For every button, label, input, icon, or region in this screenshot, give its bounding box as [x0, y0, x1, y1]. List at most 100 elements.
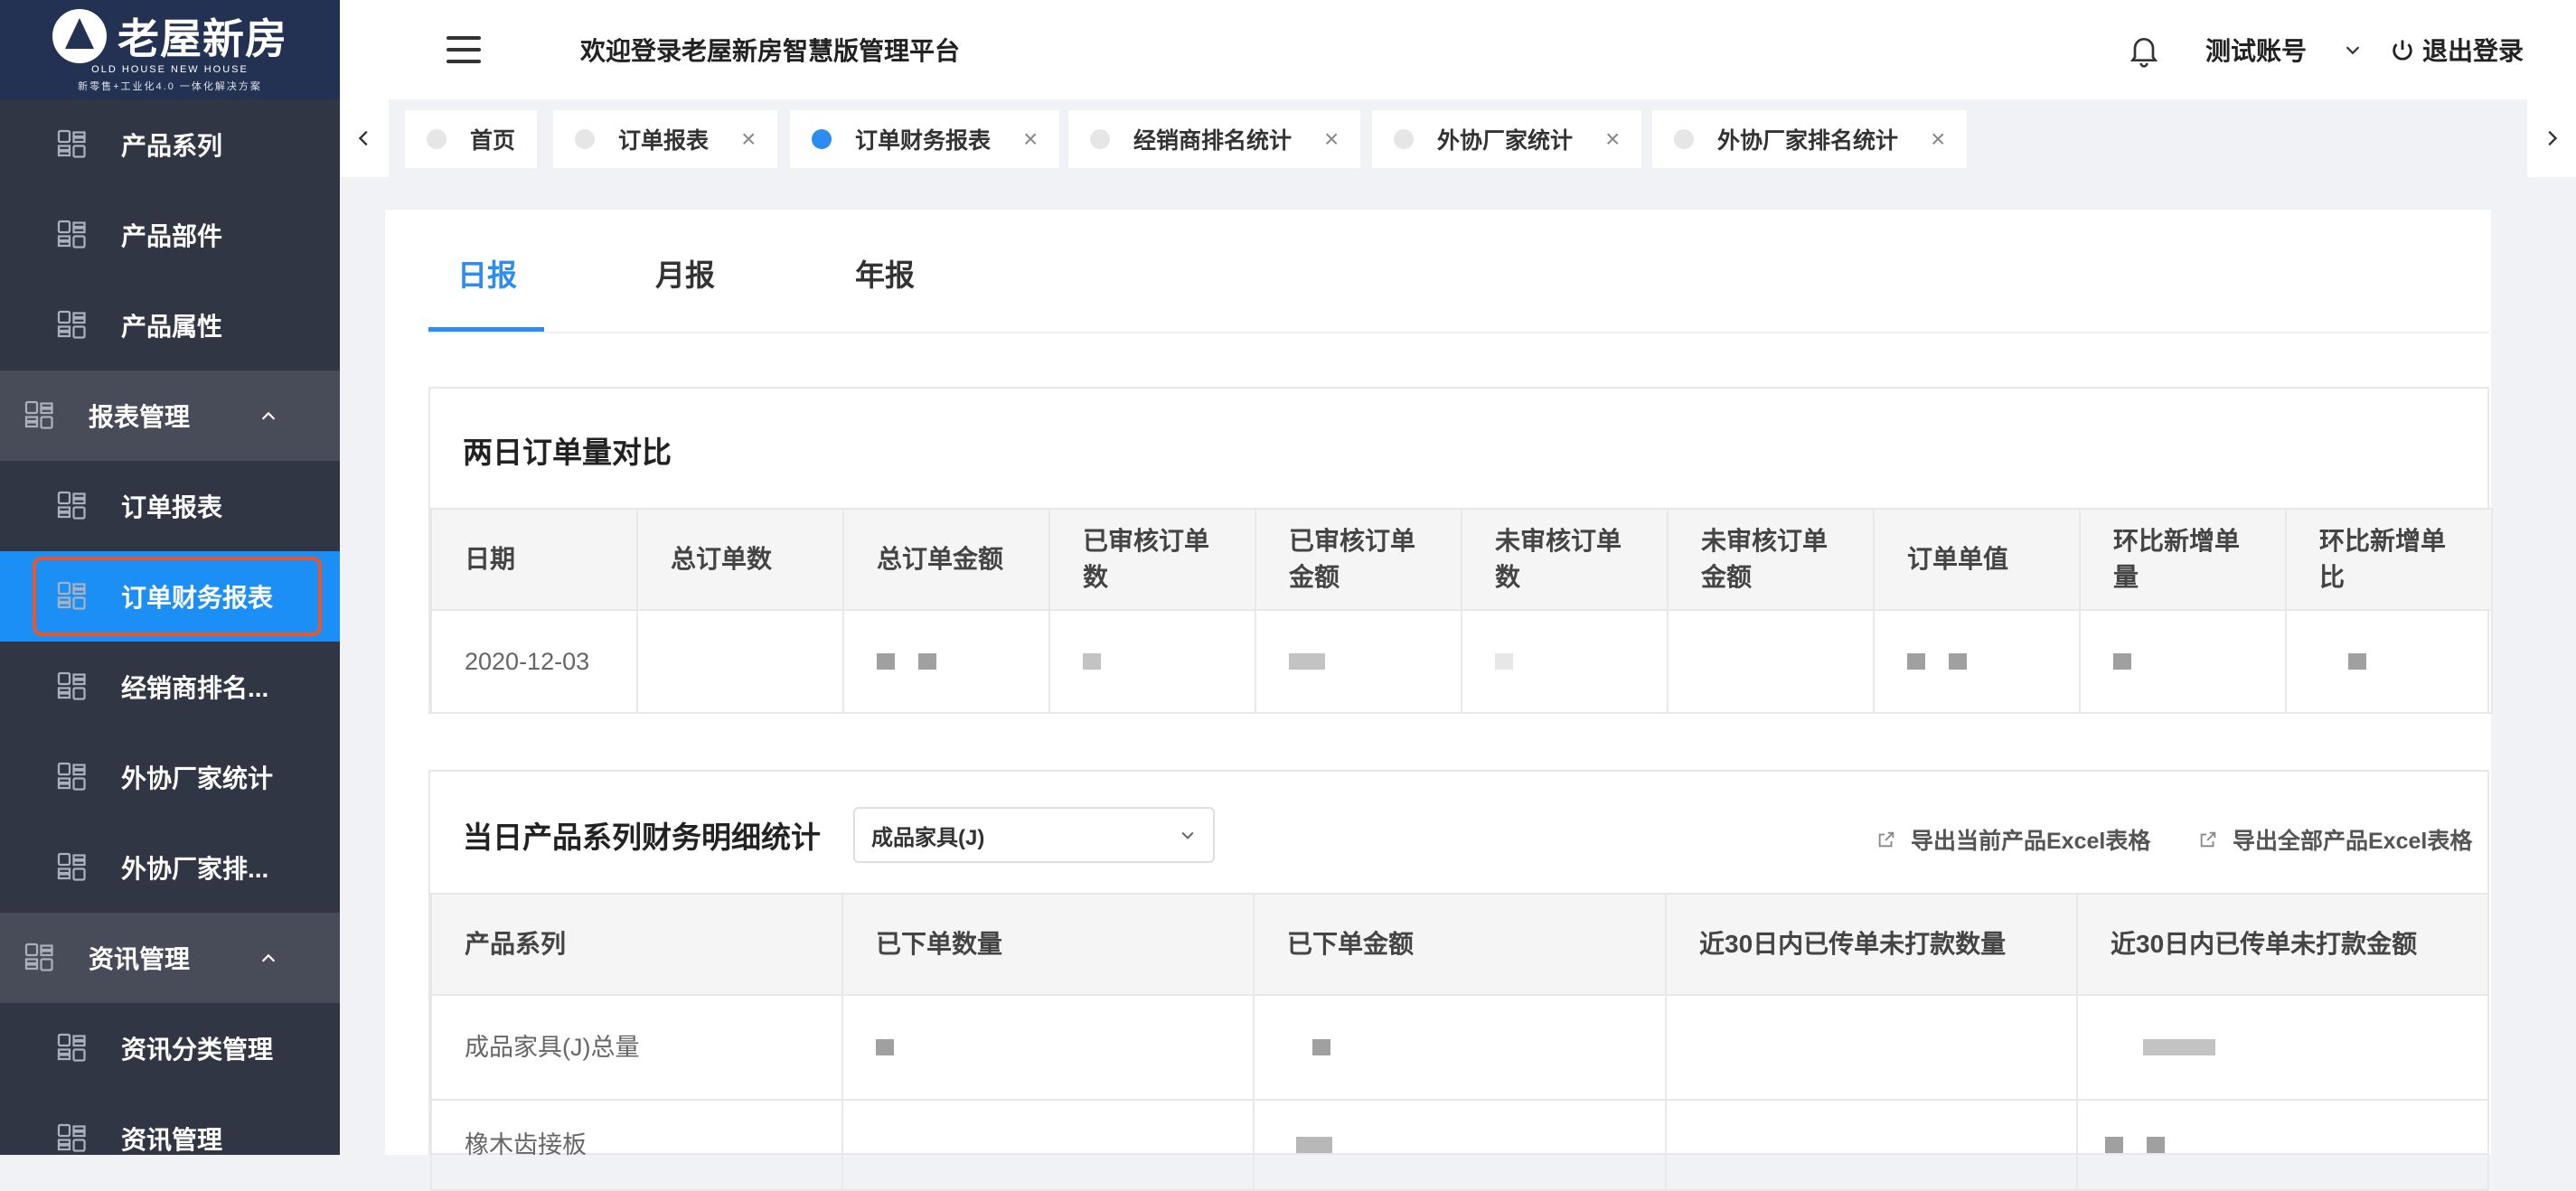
tab-0[interactable]: 首页 [405, 110, 538, 168]
tab-status-dot [1090, 129, 1110, 149]
sidebar-item-label: 经销商排名... [121, 674, 269, 702]
logo[interactable]: 老屋新房 OLD HOUSE NEW HOUSE 新零售+工业化4.0 一体化解… [0, 0, 340, 99]
compare-column-header: 已审核订单数 [1048, 508, 1256, 611]
external-link-icon [2200, 831, 2216, 848]
tab-daily-report[interactable]: 日报 [457, 251, 517, 295]
menu-grid-icon [24, 400, 53, 429]
tabs-scroll-left-button[interactable] [340, 99, 389, 177]
logout-button[interactable]: 退出登录 [2422, 32, 2524, 68]
menu-grid-icon [57, 762, 86, 791]
tabs-divider [428, 332, 2489, 333]
chevron-down-icon [1181, 831, 1194, 839]
detail-series-cell: 橡木齿接板 [430, 1099, 843, 1191]
tabs-scroll-right-button[interactable] [2527, 99, 2576, 177]
chevron-down-icon[interactable] [2343, 40, 2363, 60]
detail-cell [2076, 1099, 2489, 1191]
compare-cell [2285, 609, 2493, 714]
menu-grid-icon [57, 671, 86, 700]
compare-cell [1873, 609, 2081, 714]
tabs-bar: 首页 订单报表 × 订单财务报表 × 经销商排名统计 × 外协厂家统计 × 外协厂家排名统计 × [340, 99, 2576, 177]
menu-grid-icon [24, 942, 53, 971]
tab-monthly-report[interactable]: 月报 [655, 251, 715, 295]
menu-grid-icon [57, 220, 86, 249]
tab-2[interactable]: 订单财务报表 × [790, 110, 1060, 168]
sidebar-item-label: 资讯分类管理 [121, 1036, 274, 1064]
power-icon[interactable] [2390, 37, 2415, 62]
export-current-button[interactable]: 导出当前产品Excel表格 [1876, 823, 2150, 856]
tab-status-dot [812, 129, 832, 149]
tab-status-dot [1674, 129, 1694, 149]
detail-cell [1253, 1099, 1667, 1191]
sidebar-item-label: 外协厂家排... [121, 855, 269, 883]
table-row: 橡木齿接板 [430, 1099, 2489, 1191]
tab-4[interactable]: 外协厂家统计 × [1372, 110, 1642, 168]
compare-column-header: 日期 [430, 508, 638, 611]
welcome-title: 欢迎登录老屋新房智慧版管理平台 [580, 37, 961, 65]
detail-table: 产品系列 已下单数量 已下单金额 近30日内已传单未打款数量 近30日内已传单未打款金额… [430, 893, 2489, 1191]
tab-5[interactable]: 外协厂家排名统计 × [1652, 110, 1968, 168]
export-all-label: 导出全部产品Excel表格 [2233, 829, 2473, 854]
sidebar: 老屋新房 OLD HOUSE NEW HOUSE 新零售+工业化4.0 一体化解… [0, 0, 340, 1155]
compare-table: 日期 总订单数 总订单金额 已审核订单数 已审核订单金额 未审核订单数 未审核订单金额 订单单… [430, 508, 2493, 714]
sidebar-item-11[interactable]: 资讯管理 [0, 1093, 340, 1155]
detail-column-header: 产品系列 [430, 893, 843, 996]
sidebar-group-9[interactable]: 资讯管理 [0, 913, 340, 1003]
account-name[interactable]: 测试账号 [2205, 32, 2307, 68]
sidebar-item-label: 资讯管理 [121, 1126, 223, 1154]
sidebar-item-7[interactable]: 外协厂家统计 [0, 732, 340, 822]
sidebar-item-label: 订单报表 [121, 493, 223, 521]
compare-card-title: 两日订单量对比 [463, 436, 672, 469]
compare-cell [1048, 609, 1256, 714]
close-icon[interactable]: × [1605, 125, 1620, 154]
sidebar-group-3[interactable]: 报表管理 [0, 370, 340, 461]
compare-column-header: 环比新增单量 [2079, 508, 2287, 611]
logo-subtitle-cn: 新零售+工业化4.0 一体化解决方案 [78, 81, 262, 92]
sidebar-item-label: 产品部件 [121, 222, 223, 250]
compare-column-header: 未审核订单数 [1461, 508, 1669, 611]
sidebar-item-5[interactable]: 订单财务报表 [0, 551, 340, 642]
menu-toggle-icon[interactable] [447, 36, 481, 63]
sidebar-item-10[interactable]: 资讯分类管理 [0, 1003, 340, 1093]
detail-cell [841, 994, 1255, 1101]
tab-yearly-report[interactable]: 年报 [855, 251, 915, 295]
logo-text: 老屋新房 [118, 15, 287, 62]
detail-cell [1253, 994, 1667, 1101]
close-icon[interactable]: × [1324, 125, 1339, 154]
tab-label: 首页 [470, 128, 516, 154]
compare-column-header: 环比新增单比 [2285, 508, 2493, 611]
detail-series-cell: 成品家具(J)总量 [430, 994, 843, 1101]
tab-3[interactable]: 经销商排名统计 × [1068, 110, 1361, 168]
compare-cell [2079, 609, 2287, 714]
detail-card-title: 当日产品系列财务明细统计 [463, 821, 821, 854]
compare-column-header: 总订单数 [636, 508, 844, 611]
detail-card: 当日产品系列财务明细统计 产品系列 已下单数量 已下单金额 近30日内已传单未打款数量… [428, 770, 2489, 1191]
close-icon[interactable]: × [1023, 125, 1038, 154]
export-current-label: 导出当前产品Excel表格 [1911, 829, 2151, 854]
menu-grid-icon [57, 1033, 86, 1062]
tab-label: 订单财务报表 [855, 128, 992, 154]
product-series-select-value: 成品家具(J) [871, 825, 985, 850]
compare-cell [1667, 609, 1875, 714]
sidebar-item-2[interactable]: 产品属性 [0, 280, 340, 370]
product-series-select[interactable]: 成品家具(J) [853, 807, 1215, 863]
chevron-right-icon [2548, 130, 2558, 146]
sidebar-item-0[interactable]: 产品系列 [0, 99, 340, 190]
chevron-up-icon [261, 953, 276, 962]
bell-icon[interactable] [2126, 32, 2162, 68]
external-link-icon [1878, 831, 1894, 848]
close-icon[interactable]: × [1931, 125, 1945, 154]
tab-label: 经销商排名统计 [1133, 128, 1293, 154]
compare-column-header: 订单单值 [1873, 508, 2081, 611]
menu-grid-icon [57, 1123, 86, 1152]
sidebar-item-4[interactable]: 订单报表 [0, 461, 340, 551]
close-icon[interactable]: × [741, 125, 756, 154]
compare-date-cell: 2020-12-03 [430, 609, 638, 714]
sidebar-item-8[interactable]: 外协厂家排... [0, 822, 340, 913]
tab-1[interactable]: 订单报表 × [553, 110, 778, 168]
export-all-button[interactable]: 导出全部产品Excel表格 [2198, 823, 2472, 856]
detail-cell [2076, 994, 2489, 1101]
sidebar-item-1[interactable]: 产品部件 [0, 190, 340, 280]
tab-status-dot [575, 129, 595, 149]
tab-label: 订单报表 [618, 128, 710, 154]
sidebar-item-6[interactable]: 经销商排名... [0, 642, 340, 732]
